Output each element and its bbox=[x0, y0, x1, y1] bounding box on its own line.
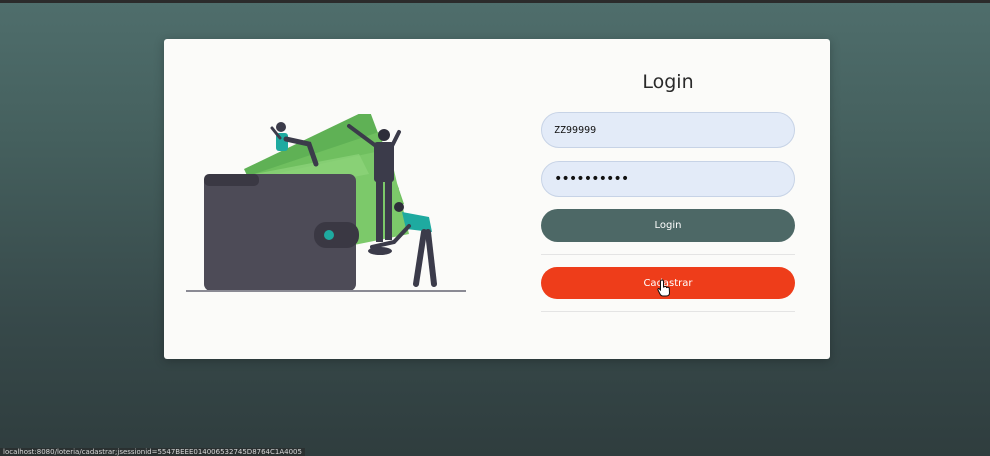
divider bbox=[541, 254, 795, 255]
browser-status-bar-url: localhost:8080/loteria/cadastrar;jsessio… bbox=[0, 448, 305, 456]
divider bbox=[541, 311, 795, 312]
wallet-icon bbox=[204, 174, 359, 291]
login-button[interactable]: Login bbox=[541, 209, 795, 242]
login-card: Login Login Cadastrar bbox=[164, 39, 830, 359]
hand-cursor-icon bbox=[657, 279, 671, 297]
password-input[interactable] bbox=[541, 161, 795, 197]
browser-top-edge bbox=[0, 0, 990, 3]
wallet-money-illustration bbox=[186, 114, 466, 292]
username-input[interactable] bbox=[541, 112, 795, 148]
login-title: Login bbox=[642, 71, 694, 93]
